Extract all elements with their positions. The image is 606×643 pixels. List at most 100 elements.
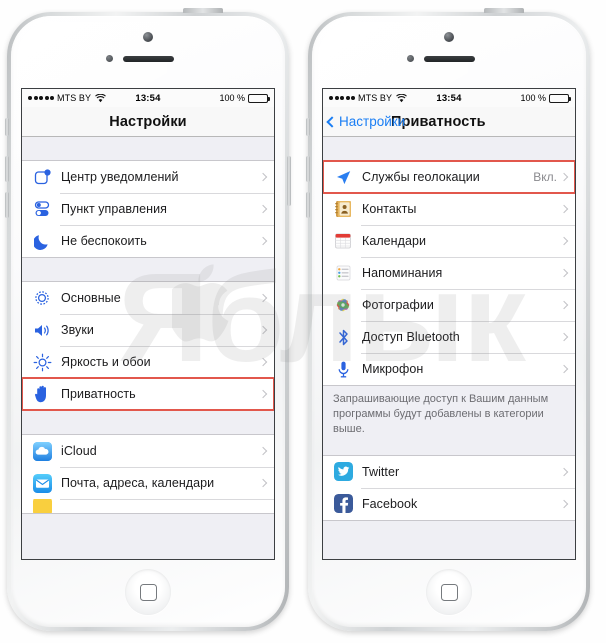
row-label: Twitter [362, 464, 400, 479]
sidebar-item-mail-contacts-calendars[interactable]: Почта, адреса, календари [22, 467, 274, 499]
microphone-icon [331, 357, 355, 381]
status-bar-clock: 13:54 [135, 92, 161, 104]
social-group: Twitter Facebook [323, 454, 575, 521]
brightness-sun-icon [30, 350, 54, 374]
row-label: Facebook [362, 496, 418, 511]
chevron-right-icon [559, 236, 569, 246]
chevron-right-icon [559, 467, 569, 476]
settings-group-notifications: Центр уведомлений Пункт управления Не бе… [22, 160, 274, 258]
contacts-icon [331, 197, 355, 221]
screen-right: MTS BY 13:54 100 % Настройки Приватность [322, 88, 576, 560]
proximity-sensor-icon [106, 55, 113, 62]
volume-up-button-right[interactable] [306, 156, 310, 182]
back-button-label: Настройки [339, 114, 406, 129]
sidebar-item-reminders[interactable]: Напоминания [323, 257, 575, 289]
row-value: Вкл. [533, 170, 557, 184]
chevron-right-icon [559, 364, 569, 374]
row-label: Приватность [61, 387, 136, 401]
reminders-icon [331, 261, 355, 285]
list-top-spacer [323, 137, 575, 160]
sidebar-item-general[interactable]: Основные [22, 282, 274, 314]
location-arrow-icon [331, 165, 355, 189]
sidebar-item-location-services[interactable]: Службы геолокации Вкл. [323, 161, 575, 193]
chevron-right-icon [258, 478, 268, 488]
volume-down-button-right[interactable] [306, 192, 310, 218]
chevron-right-icon [258, 204, 268, 214]
row-label: Доступ Bluetooth [362, 330, 460, 344]
row-label: Напоминания [362, 266, 443, 280]
home-button-right[interactable] [426, 569, 472, 615]
notes-icon [30, 499, 54, 513]
volume-down-button-left[interactable] [5, 192, 9, 218]
facebook-icon [331, 492, 355, 516]
chevron-right-icon [559, 204, 569, 214]
speaker-icon [30, 318, 54, 342]
sidebar-item-do-not-disturb[interactable]: Не беспокоить [22, 225, 274, 257]
home-button-left[interactable] [125, 569, 171, 615]
control-center-icon [30, 197, 54, 221]
list-top-spacer [22, 137, 274, 160]
row-label: Не беспокоить [61, 234, 147, 248]
row-label: Центр уведомлений [61, 170, 179, 184]
silent-switch-left[interactable] [5, 118, 9, 136]
settings-group-accounts: iCloud Почта, адреса, календари [22, 434, 274, 514]
chevron-right-icon [559, 499, 569, 508]
chevron-left-icon [326, 115, 338, 128]
back-button[interactable]: Настройки [326, 114, 406, 129]
front-camera-icon [143, 32, 153, 42]
calendar-icon [331, 229, 355, 253]
sidebar-item-brightness-wallpaper[interactable]: Яркость и обои [22, 346, 274, 378]
chevron-right-icon [258, 389, 268, 399]
sidebar-item-bluetooth-sharing[interactable]: Доступ Bluetooth [323, 321, 575, 353]
icloud-icon [30, 439, 54, 463]
list-spacer-2 [22, 411, 274, 434]
chevron-right-icon [559, 268, 569, 278]
chevron-right-icon [258, 325, 268, 335]
power-button-right[interactable] [484, 8, 524, 13]
sidebar-item-privacy[interactable]: Приватность [22, 378, 274, 410]
page-title: Приватность [391, 113, 486, 130]
sidebar-item-contacts[interactable]: Контакты [323, 193, 575, 225]
chevron-right-icon [559, 300, 569, 310]
earpiece-speaker-icon [123, 56, 174, 62]
row-label: Звуки [61, 323, 94, 337]
privacy-group: Службы геолокации Вкл. Контакты Календар… [323, 160, 575, 386]
sidebar-item-notification-center[interactable]: Центр уведомлений [22, 161, 274, 193]
settings-group-general: Основные Звуки Яркость и обои Приватност… [22, 281, 274, 411]
iphone-device-right: MTS BY 13:54 100 % Настройки Приватность [304, 6, 594, 637]
battery-icon [549, 93, 571, 103]
photos-icon [331, 293, 355, 317]
privacy-footnote: Запрашивающие доступ к Вашим данным прог… [333, 393, 549, 435]
sidebar-item-calendars[interactable]: Календари [323, 225, 575, 257]
home-square-icon [139, 583, 157, 601]
sidebar-item-microphone[interactable]: Микрофон [323, 353, 575, 385]
row-label: Календари [362, 234, 427, 248]
sidebar-item-control-center[interactable]: Пункт управления [22, 193, 274, 225]
settings-list-left[interactable]: Центр уведомлений Пункт управления Не бе… [22, 137, 274, 559]
screenshot-stage: MTS BY 13:54 100 % Настройки Центр уведо… [0, 0, 606, 643]
sidebar-item-notes-partial[interactable] [22, 499, 274, 513]
sidebar-item-photos[interactable]: Фотографии [323, 289, 575, 321]
twitter-icon [331, 460, 355, 484]
volume-up-button-left[interactable] [5, 156, 9, 182]
row-label: Основные [61, 291, 121, 305]
row-label: Фотографии [362, 298, 434, 312]
power-button-left[interactable] [183, 8, 223, 13]
status-bar-right: MTS BY 13:54 100 % [323, 89, 575, 107]
earpiece-speaker-icon [424, 56, 475, 62]
silent-switch-right[interactable] [306, 118, 310, 136]
sidebar-item-twitter[interactable]: Twitter [323, 455, 575, 488]
chevron-right-icon [258, 446, 268, 456]
chevron-right-icon [559, 332, 569, 342]
sidebar-item-icloud[interactable]: iCloud [22, 435, 274, 467]
privacy-list-right[interactable]: Службы геолокации Вкл. Контакты Календар… [323, 137, 575, 559]
hand-privacy-icon [30, 382, 54, 406]
sidebar-item-sounds[interactable]: Звуки [22, 314, 274, 346]
sidebar-item-facebook[interactable]: Facebook [323, 487, 575, 520]
notification-center-icon [30, 165, 54, 189]
nav-bar-left: Настройки [22, 107, 274, 137]
right-side-rail-left [287, 156, 291, 206]
row-label: Яркость и обои [61, 355, 151, 369]
row-label: Контакты [362, 202, 417, 216]
nav-bar-right: Настройки Приватность [323, 107, 575, 137]
